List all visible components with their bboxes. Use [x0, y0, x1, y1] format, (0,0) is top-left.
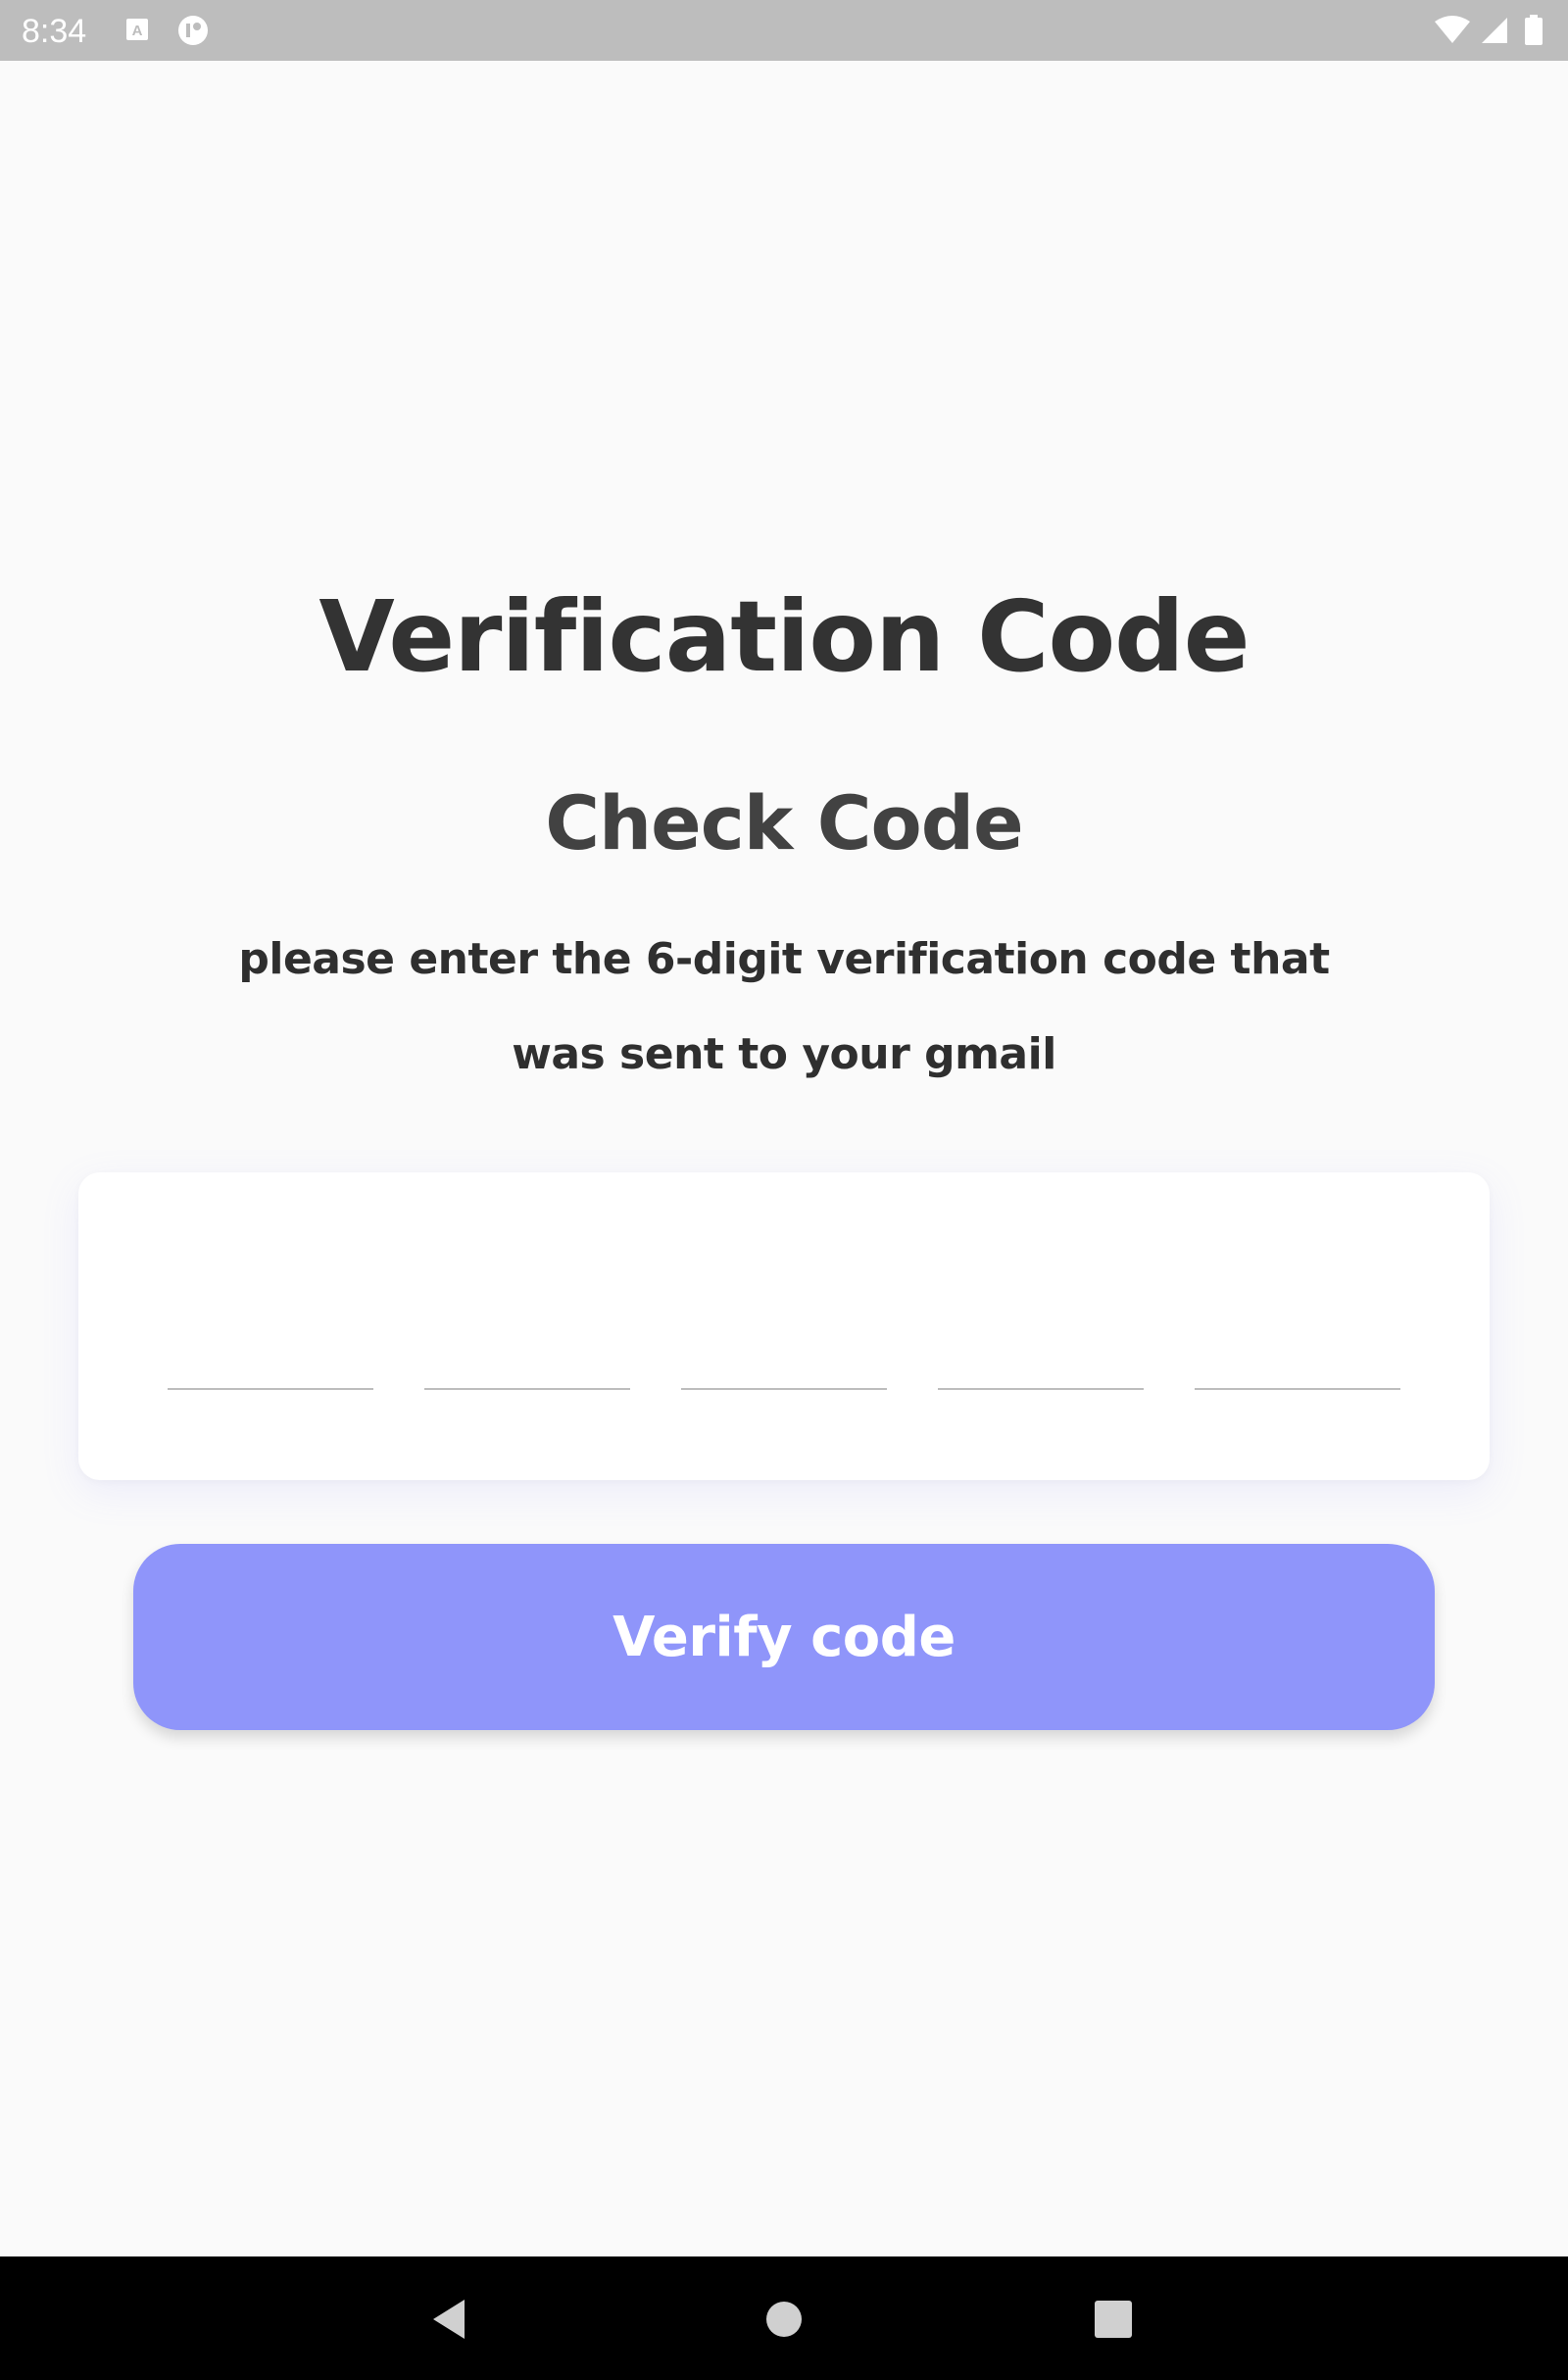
battery-icon	[1522, 14, 1545, 47]
verify-code-button[interactable]: Verify code	[133, 1544, 1435, 1730]
wifi-icon	[1433, 14, 1472, 47]
code-digit-4-input[interactable]	[938, 1270, 1144, 1390]
cell-signal-icon	[1478, 14, 1511, 47]
back-icon[interactable]	[421, 2288, 484, 2351]
keyboard-a-icon: A	[122, 14, 156, 47]
code-digit-3-input[interactable]	[681, 1270, 887, 1390]
code-input-card	[78, 1172, 1490, 1480]
app-notification-icon	[176, 14, 210, 47]
code-digit-2-input[interactable]	[424, 1270, 630, 1390]
svg-text:A: A	[132, 23, 143, 39]
page-subtitle: Check Code	[545, 779, 1023, 867]
code-digit-1-input[interactable]	[168, 1270, 373, 1390]
status-bar: 8:34 A	[0, 0, 1568, 61]
code-digit-5-input[interactable]	[1195, 1270, 1400, 1390]
recents-icon[interactable]	[1082, 2288, 1145, 2351]
status-time: 8:34	[22, 13, 87, 50]
home-icon[interactable]	[753, 2288, 815, 2351]
navigation-bar	[0, 2256, 1568, 2380]
page-title: Verification Code	[318, 579, 1250, 694]
instructions-text: please enter the 6-digit verification co…	[238, 934, 1330, 1079]
